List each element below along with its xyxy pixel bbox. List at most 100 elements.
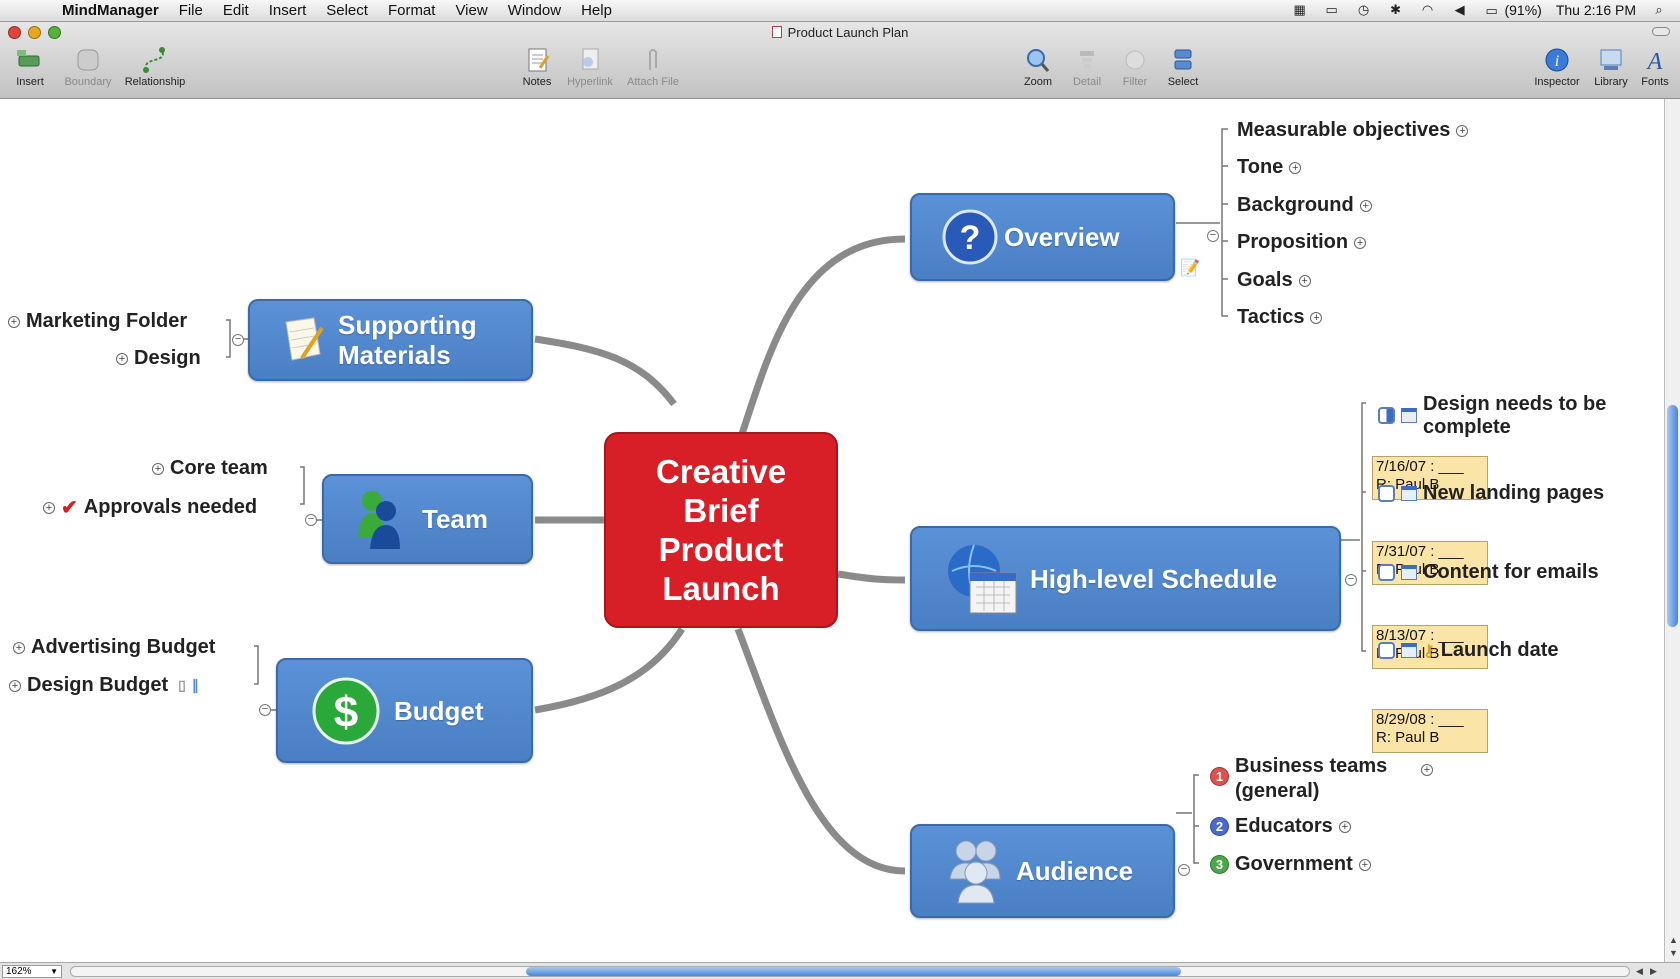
vertical-scroll-thumb[interactable]: [1667, 405, 1678, 627]
volume-icon[interactable]: ◀: [1451, 3, 1469, 17]
note-attached-icon[interactable]: 📝: [1180, 258, 1200, 278]
menu-window[interactable]: Window: [498, 2, 571, 19]
expand-icon[interactable]: +: [43, 501, 55, 514]
toolbar-toggle-button[interactable]: [1652, 27, 1670, 36]
battery-percent: (91%): [1504, 2, 1542, 18]
calendar-icon: [1401, 643, 1417, 658]
hyperlink-button[interactable]: Hyperlink: [555, 46, 625, 96]
expand-icon[interactable]: +: [8, 315, 20, 328]
schedule-task-design[interactable]: Design needs to be complete: [1378, 393, 1633, 439]
topic-overview[interactable]: ? Overview: [910, 193, 1175, 281]
team-collapse-button[interactable]: −: [305, 514, 317, 526]
overview-child-proposition[interactable]: Proposition +: [1237, 231, 1367, 254]
budget-child-advertising[interactable]: + Advertising Budget: [13, 636, 215, 659]
overview-child-tone[interactable]: Tone +: [1237, 156, 1302, 179]
topic-audience[interactable]: Audience: [910, 824, 1175, 918]
expand-icon[interactable]: +: [1421, 764, 1433, 776]
expand-icon[interactable]: +: [1354, 236, 1367, 249]
schedule-collapse-button[interactable]: −: [1345, 574, 1357, 586]
zoom-level-select[interactable]: 162% ▼: [2, 965, 62, 978]
supporting-child-design[interactable]: + Design: [116, 347, 201, 370]
expand-icon[interactable]: +: [152, 462, 164, 475]
insert-topic-icon: [17, 50, 40, 67]
expand-icon[interactable]: +: [9, 679, 21, 692]
bluetooth-icon[interactable]: ✱: [1387, 3, 1405, 17]
task-checkbox[interactable]: [1378, 485, 1395, 502]
scroll-left-arrow-icon[interactable]: ◀: [1636, 966, 1643, 977]
expand-icon[interactable]: +: [1358, 858, 1371, 871]
budget-collapse-button[interactable]: −: [259, 704, 271, 716]
spotlight-search-icon[interactable]: ⌕: [1650, 3, 1668, 17]
task-checkbox[interactable]: [1378, 564, 1395, 581]
topic-budget[interactable]: $ Budget: [276, 658, 533, 763]
overview-child-objectives[interactable]: Measurable objectives +: [1237, 119, 1469, 142]
menu-format[interactable]: Format: [378, 2, 446, 19]
scroll-down-arrow-icon[interactable]: ▼: [1669, 948, 1678, 958]
audience-child-government[interactable]: 3 Government +: [1210, 853, 1371, 876]
battery-indicator[interactable]: ▭ (91%): [1483, 2, 1542, 18]
wifi-icon[interactable]: ◠: [1419, 3, 1437, 17]
expand-icon[interactable]: +: [1338, 820, 1351, 833]
audience-child-educators[interactable]: 2 Educators +: [1210, 815, 1351, 838]
horizontal-scroll-thumb[interactable]: [526, 967, 1181, 976]
scroll-up-arrow-icon[interactable]: ▲: [1669, 935, 1678, 945]
menu-edit[interactable]: Edit: [213, 2, 259, 19]
vertical-scrollbar[interactable]: ▲ ▼: [1664, 99, 1680, 962]
expand-icon[interactable]: +: [1298, 274, 1311, 287]
menu-select[interactable]: Select: [316, 2, 378, 19]
team-child-approvals[interactable]: + ✔ Approvals needed: [43, 495, 257, 520]
design-budget-label: Design Budget: [27, 674, 169, 696]
select-button[interactable]: Select: [1148, 46, 1218, 96]
display-icon[interactable]: ▭: [1323, 3, 1341, 17]
expand-icon[interactable]: +: [1310, 311, 1323, 324]
supporting-child-marketing-folder[interactable]: + Marketing Folder: [8, 310, 187, 333]
select-label: Select: [1167, 76, 1199, 88]
menu-insert[interactable]: Insert: [259, 2, 317, 19]
task-landing-label: New landing pages: [1423, 482, 1605, 504]
overview-child-background[interactable]: Background +: [1237, 194, 1372, 217]
document-attached-icon[interactable]: ▯: [178, 677, 186, 694]
topic-supporting-materials[interactable]: Supporting Materials: [248, 299, 533, 381]
expand-icon[interactable]: +: [1359, 199, 1372, 212]
overview-collapse-button[interactable]: −: [1207, 230, 1219, 242]
menu-file[interactable]: File: [169, 2, 213, 19]
audience-collapse-button[interactable]: −: [1178, 864, 1190, 876]
expand-icon[interactable]: +: [13, 641, 25, 654]
expand-icon[interactable]: +: [1289, 161, 1302, 174]
paperclip-attached-icon[interactable]: ∥: [192, 677, 199, 694]
task-checkbox[interactable]: [1378, 642, 1395, 659]
topic-team[interactable]: Team: [322, 474, 533, 564]
menu-clock[interactable]: Thu 2:16 PM: [1556, 2, 1636, 18]
attach-file-button[interactable]: Attach File: [618, 46, 688, 96]
supporting-collapse-button[interactable]: −: [232, 334, 244, 346]
time-machine-icon[interactable]: ◷: [1355, 3, 1373, 17]
schedule-task-emails[interactable]: Content for emails: [1378, 561, 1599, 584]
schedule-task-landing[interactable]: New landing pages: [1378, 482, 1604, 505]
boundary-button[interactable]: Boundary: [53, 46, 123, 96]
menu-bar: MindManager File Edit Insert Select Form…: [0, 0, 1680, 22]
scroll-right-arrow-icon[interactable]: ▶: [1650, 966, 1657, 977]
link-schedule: [837, 570, 906, 584]
spaces-icon[interactable]: ▦: [1291, 3, 1309, 17]
map-canvas[interactable]: Creative Brief Product Launch ? Overview…: [0, 99, 1664, 962]
expand-icon[interactable]: +: [1456, 124, 1469, 137]
paperclip-icon: [649, 49, 657, 70]
overview-child-goals[interactable]: Goals +: [1237, 269, 1311, 292]
relationship-button[interactable]: Relationship: [120, 46, 190, 96]
svg-text:$: $: [334, 688, 358, 737]
team-child-core-team[interactable]: + Core team: [152, 457, 268, 480]
menu-app[interactable]: MindManager: [52, 2, 169, 19]
budget-child-design[interactable]: + Design Budget ▯ ∥: [9, 674, 199, 697]
schedule-task-launch[interactable]: ⚷ Launch date: [1378, 639, 1559, 662]
audience-child-business[interactable]: 1 Business teams (general) +: [1210, 754, 1433, 804]
business-teams-label: Business teams (general): [1235, 755, 1388, 802]
menu-view[interactable]: View: [445, 2, 497, 19]
overview-child-tactics[interactable]: Tactics +: [1237, 306, 1323, 329]
task-progress-half-icon[interactable]: [1378, 407, 1395, 424]
fonts-button[interactable]: A Fonts: [1620, 46, 1680, 96]
central-topic[interactable]: Creative Brief Product Launch: [604, 432, 838, 628]
expand-icon[interactable]: +: [116, 352, 128, 365]
topic-high-level-schedule[interactable]: High-level Schedule: [910, 526, 1341, 631]
menu-help[interactable]: Help: [571, 2, 622, 19]
horizontal-scrollbar[interactable]: [70, 966, 1630, 977]
